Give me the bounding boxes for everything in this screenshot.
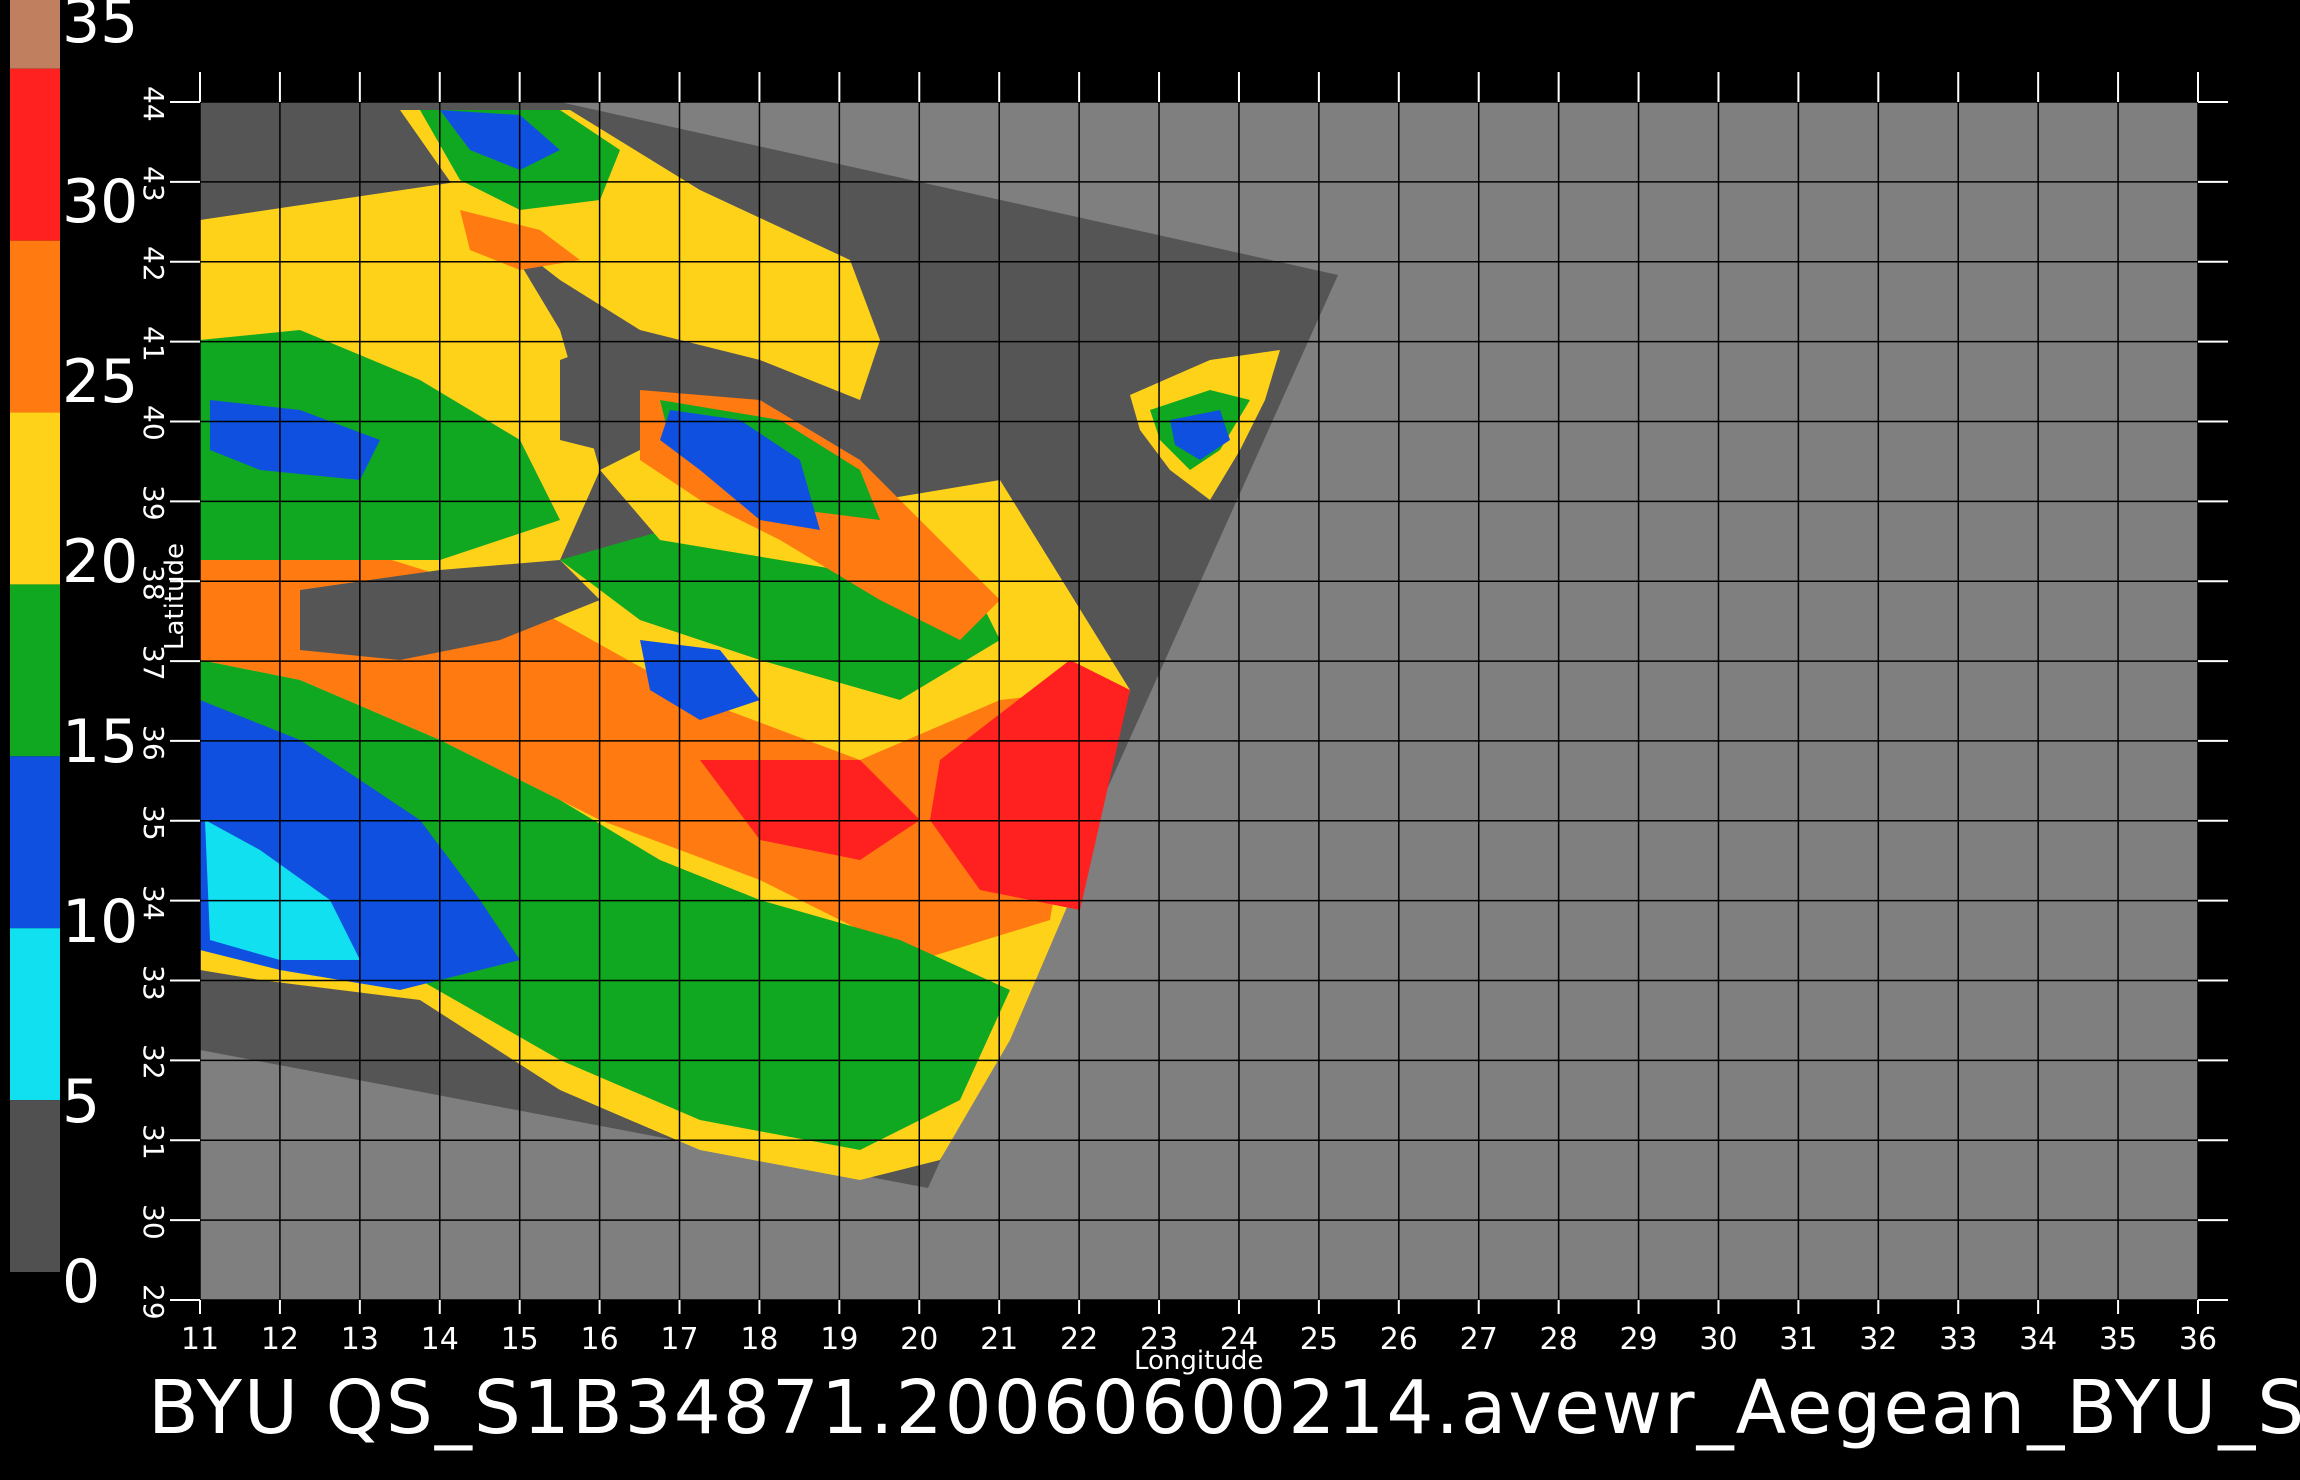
map-canvas (10, 0, 2228, 1314)
lon-tick-label: 17 (660, 1322, 699, 1357)
lat-tick-label: 42 (137, 245, 170, 282)
lon-tick-label: 22 (1060, 1322, 1099, 1357)
colorbar-band-30-35 (10, 68, 60, 241)
lon-tick-label: 19 (820, 1322, 859, 1357)
colorbar-band-0-5 (10, 1100, 60, 1272)
colorbar-label-5: 5 (62, 1067, 101, 1137)
colorbar-label-0: 0 (62, 1247, 101, 1317)
lat-tick-label: 32 (137, 1044, 170, 1081)
colorbar-band-20-25 (10, 412, 60, 585)
lat-tick-label: 37 (137, 645, 170, 681)
product-title: BYU QS_S1B34871.20060600214.avewr_Aegean… (148, 1365, 2300, 1451)
lat-tick-label: 35 (137, 804, 170, 841)
scatterometer-wind-map: 35 30 25 20 15 10 5 0 11 12 13 14 15 16 17 18 19… (0, 0, 2300, 1480)
lon-tick-label: 28 (1539, 1322, 1578, 1357)
lat-tick-label: 44 (137, 86, 170, 122)
y-axis-title: Latitude (160, 542, 190, 650)
lat-tick-label: 29 (137, 1284, 170, 1320)
lon-tick-label: 36 (2178, 1322, 2218, 1357)
colorbar-label-20: 20 (62, 527, 139, 597)
lon-tick-label: 26 (1379, 1322, 1418, 1357)
colorbar-label-15: 15 (62, 707, 139, 777)
lon-tick-label: 12 (260, 1322, 299, 1357)
lon-tick-label: 18 (740, 1322, 779, 1357)
colorbar-band-35-37 (10, 0, 60, 69)
lon-tick-label: 16 (580, 1322, 619, 1357)
lat-tick-label: 43 (137, 165, 170, 202)
colorbar-band-25-30 (10, 240, 60, 413)
lon-tick-label: 33 (1939, 1322, 1978, 1357)
lon-tick-label: 20 (900, 1322, 939, 1357)
colorbar-band-10-15 (10, 756, 60, 929)
lon-tick-label: 29 (1619, 1322, 1658, 1357)
lon-tick-label: 25 (1299, 1322, 1338, 1357)
lon-tick-label: 13 (340, 1322, 379, 1357)
lon-tick-label: 14 (420, 1322, 459, 1357)
lat-tick-label: 39 (137, 485, 170, 521)
colorbar-band-5-10 (10, 928, 60, 1101)
lon-tick-label: 31 (1779, 1322, 1818, 1357)
colorbar-label-10: 10 (62, 887, 139, 957)
lon-tick-label: 11 (180, 1322, 220, 1357)
lon-tick-label: 34 (2019, 1322, 2058, 1357)
lon-tick-label: 35 (2098, 1322, 2138, 1357)
colorbar-label-30: 30 (62, 167, 139, 237)
lat-tick-label: 30 (137, 1204, 170, 1240)
colorbar-label-35: 35 (62, 0, 139, 57)
lon-tick-label: 15 (500, 1322, 539, 1357)
lat-tick-label: 31 (137, 1124, 170, 1160)
colorbar-label-25: 25 (62, 347, 139, 417)
lon-tick-label: 27 (1459, 1322, 1498, 1357)
lat-tick-label: 34 (137, 884, 170, 921)
lon-tick-label: 21 (980, 1322, 1019, 1357)
colorbar-band-15-20 (10, 584, 60, 757)
lat-tick-label: 41 (137, 325, 170, 362)
color-scale-bar (10, 0, 60, 1272)
lon-tick-label: 30 (1699, 1322, 1738, 1357)
lat-tick-label: 33 (137, 964, 170, 1001)
lat-tick-label: 40 (137, 405, 170, 442)
lat-tick-label: 36 (137, 724, 170, 761)
lon-tick-label: 32 (1859, 1322, 1898, 1357)
